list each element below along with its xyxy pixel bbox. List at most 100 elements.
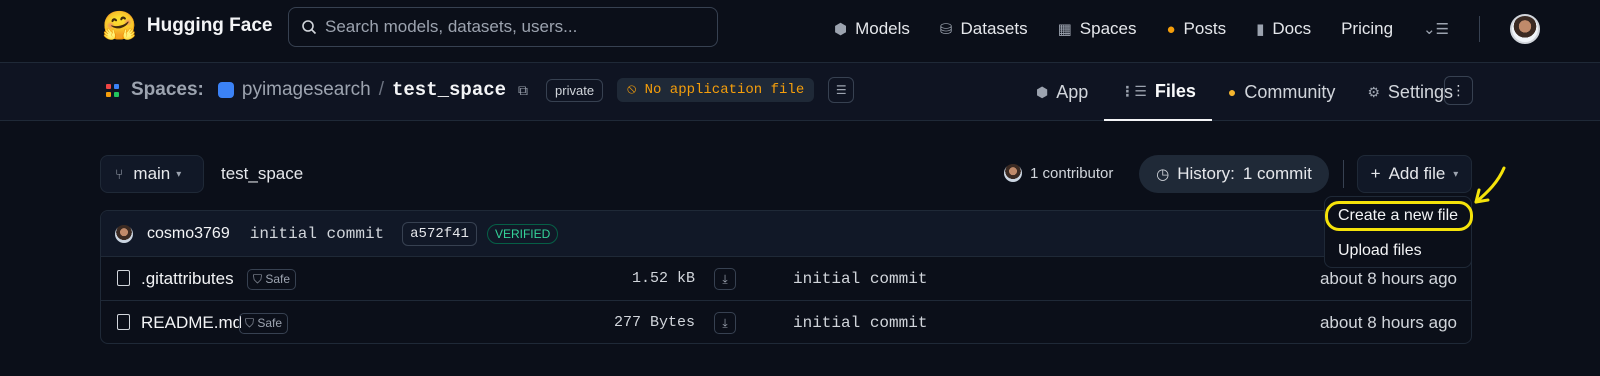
status-text: No application file — [644, 82, 805, 98]
contributors-text: 1 contributor — [1030, 164, 1114, 182]
table-row: .gitattributes ⛉ Safe 1.52 kB ⤓ initial … — [101, 257, 1471, 301]
doc-icon: ▮ — [1256, 21, 1265, 38]
hf-logo[interactable]: 🤗 Hugging Face — [102, 12, 273, 40]
nav-label: Pricing — [1341, 19, 1394, 38]
cube-icon: ⬢ — [834, 21, 848, 38]
commit-message[interactable]: initial commit — [250, 225, 384, 243]
file-icon — [117, 314, 130, 330]
verified-badge: VERIFIED — [486, 223, 559, 244]
menu-item-create-file[interactable]: Create a new file — [1338, 207, 1458, 225]
contributors-link[interactable]: 1 contributor — [1004, 164, 1113, 182]
nav-label: Datasets — [960, 19, 1028, 38]
shield-icon: ⛉ — [245, 316, 258, 330]
tab-community[interactable]: ● Community — [1212, 63, 1352, 121]
tab-label: App — [1056, 81, 1089, 102]
safe-label: Safe — [265, 272, 291, 286]
add-file-menu: Create a new file Upload files — [1324, 196, 1472, 268]
copy-icon[interactable]: ⧉ — [518, 82, 528, 99]
search-input[interactable] — [325, 17, 705, 37]
menu-item-upload-files[interactable]: Upload files — [1338, 242, 1422, 260]
history-count: 1 commit — [1242, 164, 1312, 183]
download-icon: ⤓ — [722, 315, 728, 330]
committer-name[interactable]: cosmo3769 — [147, 225, 230, 243]
committer-avatar[interactable] — [115, 224, 133, 243]
branch-selector[interactable]: ⑂ main ▾ — [100, 155, 204, 193]
file-commit-message[interactable]: initial commit — [793, 314, 927, 332]
repo-name[interactable]: test_space — [392, 79, 506, 101]
git-branch-icon: ⑂ — [115, 166, 124, 182]
file-date: about 8 hours ago — [1319, 313, 1457, 332]
repo-owner[interactable]: pyimagesearch — [242, 79, 371, 101]
tab-label: Files — [1154, 80, 1196, 101]
safe-badge: ⛉ Safe — [247, 269, 297, 290]
add-file-button[interactable]: + Add file ▾ — [1357, 155, 1472, 193]
search-icon — [302, 20, 317, 35]
nav-pricing[interactable]: Pricing — [1341, 19, 1393, 39]
warning-icon: ⦸ — [627, 82, 645, 98]
spaces-grid-icon — [106, 83, 119, 97]
nav-models[interactable]: ⬢ Models — [834, 19, 910, 39]
download-button[interactable]: ⤓ — [714, 268, 736, 290]
chat-bubble-icon: ● — [1166, 20, 1176, 38]
more-options-button[interactable]: ⋮ — [1444, 76, 1473, 105]
clock-icon: ◷ — [1156, 166, 1170, 183]
add-file-label: Add file — [1388, 164, 1446, 183]
nav-label: Posts — [1183, 19, 1227, 38]
file-commit-message[interactable]: initial commit — [793, 270, 927, 288]
contributor-avatar — [1004, 164, 1022, 182]
repo-header: Spaces: pyimagesearch / test_space ⧉ pri… — [0, 63, 1600, 121]
file-name[interactable]: README.md — [141, 313, 242, 333]
plus-icon: + — [1370, 164, 1381, 183]
tab-files[interactable]: ⋮☰ Files — [1104, 63, 1212, 121]
main-nav: ⬢ Models ⛁ Datasets ▦ Spaces ● Posts ▮ D… — [834, 14, 1541, 44]
breadcrumb: Spaces: pyimagesearch / test_space ⧉ pri… — [106, 77, 855, 103]
search-box[interactable] — [288, 7, 718, 47]
nav-docs[interactable]: ▮ Docs — [1256, 19, 1311, 39]
section-label[interactable]: Spaces: — [131, 79, 204, 101]
chevron-down-icon: ▾ — [176, 168, 182, 180]
shield-icon: ⛉ — [253, 272, 266, 286]
chevron-down-icon: ▾ — [1453, 168, 1459, 180]
tab-app[interactable]: ⬢ App — [1020, 63, 1104, 121]
file-name[interactable]: .gitattributes — [141, 269, 234, 289]
more-menu-icon[interactable]: ⌄☰ — [1423, 20, 1449, 38]
hug-icon: ● — [1227, 84, 1237, 100]
list-menu-button[interactable]: ☰ — [828, 77, 855, 103]
brand-name: Hugging Face — [146, 15, 273, 36]
nav-spaces[interactable]: ▦ Spaces — [1058, 19, 1137, 39]
database-icon: ⛁ — [939, 21, 953, 38]
file-date: about 8 hours ago — [1319, 269, 1457, 288]
gear-icon: ⚙ — [1367, 83, 1380, 100]
history-label: History: — [1177, 164, 1235, 183]
nav-label: Spaces — [1079, 19, 1137, 38]
file-size: 1.52 kB — [631, 270, 695, 287]
download-button[interactable]: ⤓ — [714, 312, 736, 334]
top-navbar: 🤗 Hugging Face ⬢ Models ⛁ Datasets ▦ Spa… — [0, 0, 1600, 63]
toolbar-divider — [1343, 160, 1344, 188]
cube-icon: ⬢ — [1036, 83, 1049, 100]
user-avatar[interactable] — [1510, 14, 1541, 44]
last-commit-row: cosmo3769 initial commit a572f41 VERIFIE… — [101, 211, 1471, 257]
history-button[interactable]: ◷ History: 1 commit — [1139, 155, 1329, 193]
file-icon — [117, 270, 130, 286]
repo-tabs: ⬢ App ⋮☰ Files ● Community ⚙ Settings — [1020, 63, 1469, 121]
list-icon: ☰ — [835, 83, 847, 97]
annotation-arrow-icon — [1474, 166, 1506, 204]
file-size: 277 Bytes — [613, 314, 695, 331]
table-row: README.md ⛉ Safe 277 Bytes ⤓ initial com… — [101, 301, 1471, 343]
current-path[interactable]: test_space — [221, 164, 303, 184]
safe-badge: ⛉ Safe — [239, 313, 289, 334]
nav-datasets[interactable]: ⛁ Datasets — [940, 19, 1028, 39]
nav-label: Docs — [1272, 19, 1312, 38]
divider — [1479, 16, 1481, 42]
nav-posts[interactable]: ● Posts — [1166, 19, 1226, 39]
hugging-face-logo-icon: 🤗 — [102, 10, 137, 41]
download-icon: ⤓ — [722, 271, 728, 286]
safe-label: Safe — [257, 316, 283, 330]
visibility-badge: private — [546, 78, 604, 102]
commit-sha[interactable]: a572f41 — [402, 221, 477, 246]
branch-name: main — [133, 164, 171, 183]
kebab-icon: ⋮ — [1451, 82, 1466, 98]
tab-label: Community — [1244, 81, 1336, 102]
org-avatar-icon — [217, 82, 234, 98]
